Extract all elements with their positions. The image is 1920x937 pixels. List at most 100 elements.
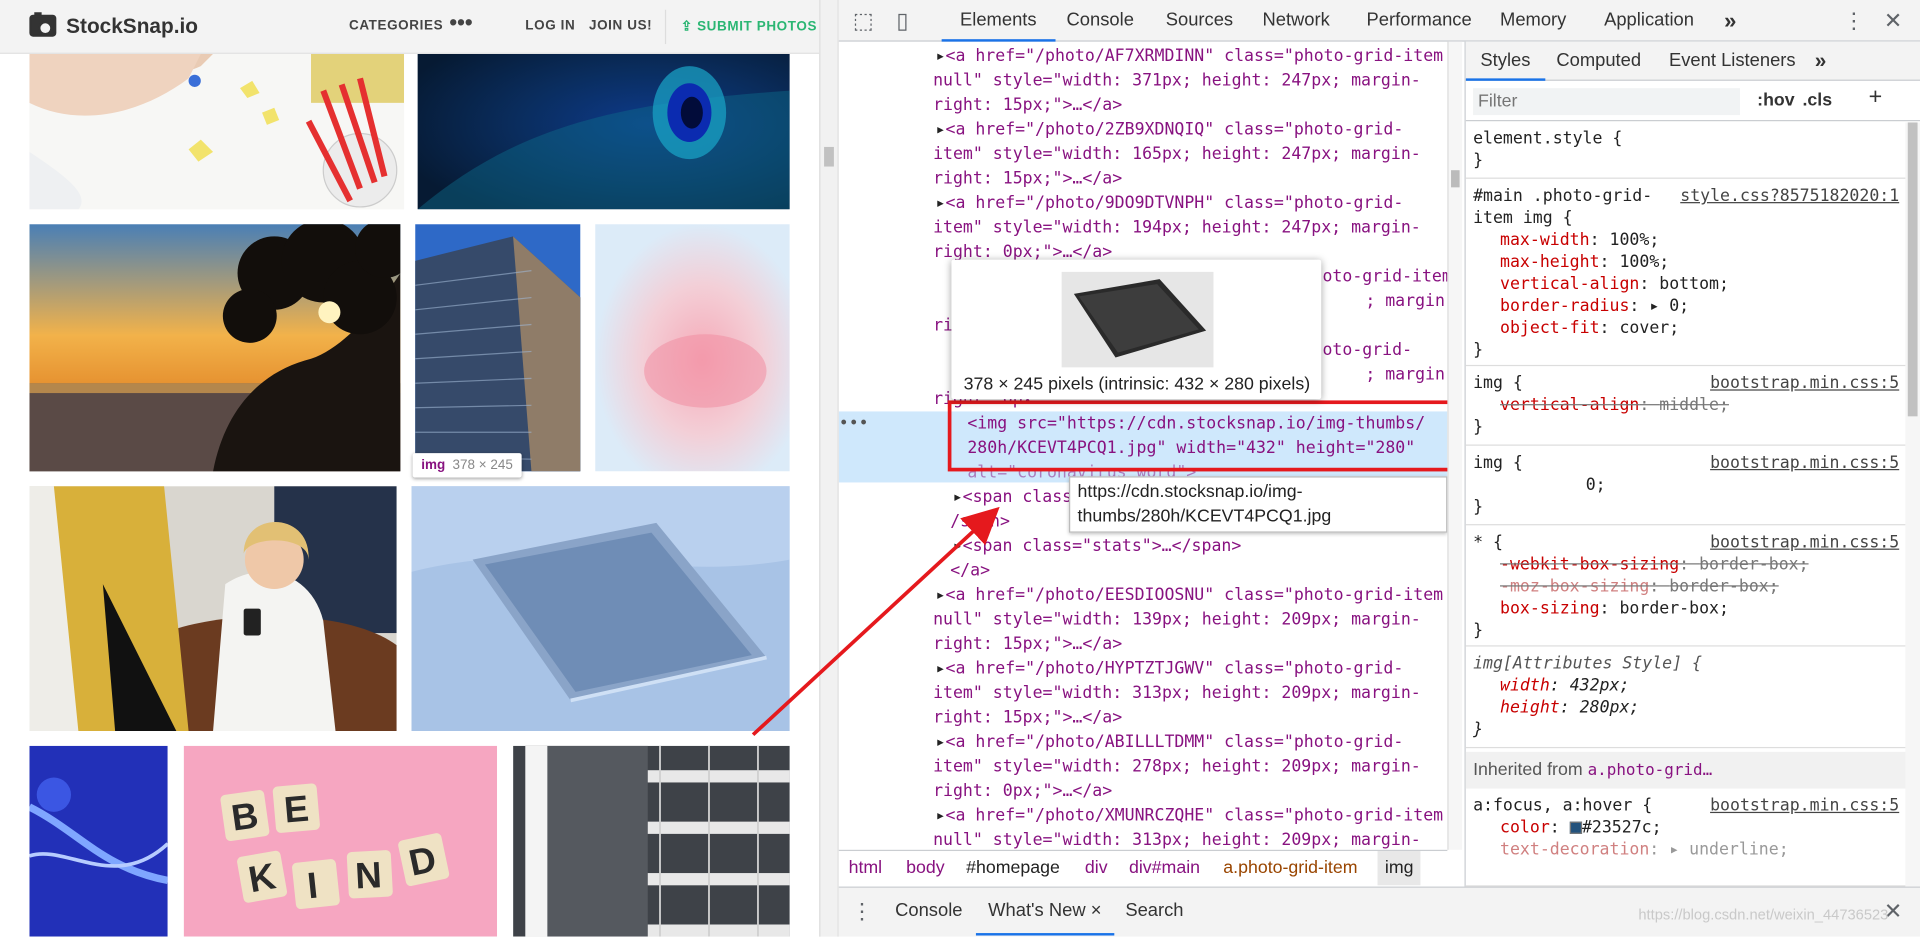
rule-universal[interactable]: * { bootstrap.min.css:5 -webkit-box-sizi… <box>1465 527 1907 647</box>
photo-balconies[interactable] <box>513 745 790 937</box>
dom-line[interactable]: item" style="width: 194px; height: 247px… <box>933 216 1421 240</box>
dom-line[interactable]: ▸<a href="/photo/HYPTZTJGWV" class="phot… <box>936 656 1404 680</box>
breadcrumb-div[interactable]: div <box>1085 851 1108 885</box>
rule-prop[interactable]: vertical-align: bottom; <box>1473 273 1899 295</box>
tab-application[interactable]: Application <box>1604 0 1694 42</box>
more-tabs-icon[interactable]: » <box>1724 0 1736 42</box>
tab-event-listeners[interactable]: Event Listeners <box>1669 42 1796 81</box>
dom-line[interactable]: right: 15px;">…</a> <box>933 167 1122 191</box>
tab-performance[interactable]: Performance <box>1367 0 1472 42</box>
dom-line[interactable]: item" style="width: 313px; height: 209px… <box>933 681 1421 705</box>
tab-console[interactable]: Console <box>1067 0 1134 42</box>
more-tabs-icon[interactable]: » <box>1815 42 1827 81</box>
dom-line[interactable]: null" style="width: 371px; height: 247px… <box>933 69 1421 93</box>
dom-line[interactable]: right: 0px;">…</a> <box>933 779 1112 803</box>
dom-line[interactable]: null" style="width: 139px; height: 209px… <box>933 607 1421 631</box>
tab-computed[interactable]: Computed <box>1556 42 1641 81</box>
rule-prop[interactable]: height: 280px; <box>1473 697 1899 719</box>
tab-network[interactable]: Network <box>1262 0 1329 42</box>
breadcrumb-body[interactable]: body <box>906 851 945 885</box>
rule-element-style[interactable]: element.style { } <box>1465 122 1907 179</box>
rule-img-bootstrap[interactable]: img { bootstrap.min.css:5 vertical-align… <box>1465 367 1907 446</box>
row-actions-icon[interactable]: ••• <box>839 411 869 435</box>
hov-toggle[interactable]: :hov <box>1757 91 1794 111</box>
close-tab-icon[interactable]: × <box>1091 900 1102 921</box>
dom-line[interactable]: right: 15px;">…</a> <box>933 93 1122 117</box>
dom-line[interactable]: ▸<a href="/photo/ABILLLTDMM" class="phot… <box>936 730 1404 754</box>
more-menu-icon[interactable]: ••• <box>449 10 472 36</box>
dom-line[interactable]: ▸<span class <box>953 485 1072 509</box>
page-scrollbar[interactable] <box>819 0 839 937</box>
styles-scrollbar[interactable] <box>1905 122 1920 887</box>
dom-line[interactable]: ▸<a href="/photo/2ZB9XDNQIQ" class="phot… <box>936 118 1404 142</box>
tab-elements[interactable]: Elements <box>941 0 1055 42</box>
dom-line[interactable]: ▸<a href="/photo/9DO9DTVNPH" class="phot… <box>936 191 1404 215</box>
rule-prop[interactable]: box-sizing: border-box; <box>1473 598 1899 620</box>
dom-line[interactable]: item" style="width: 278px; height: 209px… <box>933 754 1421 778</box>
new-rule-icon[interactable]: + <box>1869 84 1883 111</box>
rule-main-photo-grid-img[interactable]: #main .photo-grid-item img { style.css?8… <box>1465 180 1907 367</box>
tab-memory[interactable]: Memory <box>1500 0 1566 42</box>
rule-prop[interactable]: object-fit: cover; <box>1473 317 1899 339</box>
rule-source-link[interactable]: bootstrap.min.css:5 <box>1710 795 1899 817</box>
photo-peacock-feather[interactable] <box>417 53 790 210</box>
rule-source-link[interactable]: style.css?8575182020:1 <box>1680 185 1899 207</box>
photo-blue-abstract[interactable] <box>29 745 168 937</box>
rule-prop[interactable]: max-width: 100%; <box>1473 229 1899 251</box>
photo-women-phone[interactable] <box>29 486 397 732</box>
site-logo-text[interactable]: StockSnap.io <box>66 15 198 39</box>
rule-prop-overridden[interactable]: vertical-align: middle; <box>1473 394 1899 416</box>
rule-prop-overridden[interactable]: -moz-box-sizing: border-box; <box>1473 576 1899 598</box>
photo-pink-flower[interactable] <box>595 224 790 472</box>
rule-a-focus-hover[interactable]: a:focus, a:hover { bootstrap.min.css:5 c… <box>1465 790 1907 887</box>
rule-prop-overridden[interactable]: -webkit-box-sizing: border-box; <box>1473 553 1899 575</box>
rule-prop[interactable]: color: #23527c; <box>1473 817 1899 839</box>
elements-scrollbar[interactable] <box>1447 41 1463 850</box>
inherited-from-link[interactable]: a.photo-grid… <box>1588 762 1713 780</box>
kebab-menu-icon[interactable]: ⋮ <box>1840 7 1867 34</box>
nav-login[interactable]: LOG IN <box>525 18 575 33</box>
drawer-tab-search[interactable]: Search <box>1125 888 1183 936</box>
dom-line[interactable]: ▸<a href="/photo/XMUNRCZQHE" class="phot… <box>936 803 1444 827</box>
photo-skyscraper[interactable] <box>415 224 581 472</box>
submit-photos-link[interactable]: ⇪ SUBMIT PHOTOS <box>681 18 817 35</box>
cls-toggle[interactable]: .cls <box>1802 91 1832 111</box>
nav-join[interactable]: JOIN US! <box>589 18 652 33</box>
tab-sources[interactable]: Sources <box>1166 0 1233 42</box>
drawer-tab-whats-new[interactable]: What's New × <box>975 888 1114 936</box>
breadcrumb-photo-grid-item[interactable]: a.photo-grid-item <box>1223 851 1357 885</box>
dom-line[interactable]: ▸<a href="/photo/AF7XRMDINN" class="phot… <box>936 44 1444 68</box>
breadcrumb-html[interactable]: html <box>849 851 883 885</box>
camera-logo-icon[interactable] <box>29 12 57 37</box>
dom-line[interactable]: ▸<a href="/photo/EESDIOOSNU" class="phot… <box>936 583 1444 607</box>
dom-line[interactable]: </a> <box>950 558 990 582</box>
rule-img-bootstrap-2[interactable]: img { bootstrap.min.css:5 0; } <box>1465 447 1907 526</box>
breadcrumb-div-main[interactable]: div#main <box>1129 851 1200 885</box>
breadcrumb-img[interactable]: img <box>1377 851 1421 886</box>
dom-line[interactable]: right: 15px;">…</a> <box>933 705 1122 729</box>
photo-tablet-blue[interactable] <box>411 486 790 732</box>
close-devtools-icon[interactable]: ✕ <box>1880 7 1907 34</box>
styles-scrollbar-thumb[interactable] <box>1907 122 1918 417</box>
photo-be-kind[interactable]: B E K I N D <box>183 745 498 937</box>
photo-sunset-tree[interactable] <box>29 224 401 472</box>
nav-categories[interactable]: CATEGORIES <box>349 18 443 33</box>
rule-prop[interactable]: max-height: 100%; <box>1473 251 1899 273</box>
elements-tree[interactable]: ▸<a href="/photo/AF7XRMDINN" class="phot… <box>838 42 1448 850</box>
rule-source-link[interactable]: bootstrap.min.css:5 <box>1710 531 1899 553</box>
rule-prop[interactable]: width: 432px; <box>1473 675 1899 697</box>
dom-line[interactable]: ▸<span class="stats">…</span> <box>953 534 1242 558</box>
elements-scrollbar-thumb[interactable] <box>1451 170 1460 188</box>
rule-prop[interactable]: border-radius: ▸ 0; <box>1473 295 1899 317</box>
rule-prop[interactable]: text-decoration: ▸ underline; <box>1473 839 1899 861</box>
rule-source-link[interactable]: bootstrap.min.css:5 <box>1710 452 1899 474</box>
styles-filter-input[interactable] <box>1473 88 1741 116</box>
inspect-element-icon[interactable]: ⬚ <box>850 7 877 34</box>
dom-line[interactable]: item" style="width: 165px; height: 247px… <box>933 142 1421 166</box>
rule-attributes-style[interactable]: img[Attributes Style] { width: 432px; he… <box>1465 648 1907 749</box>
dom-line[interactable]: /span> <box>950 509 1010 533</box>
color-swatch-icon[interactable] <box>1569 821 1582 834</box>
drawer-tab-console[interactable]: Console <box>895 888 962 936</box>
dom-line[interactable]: right: 15px;">…</a> <box>933 632 1122 656</box>
tab-styles[interactable]: Styles <box>1465 42 1546 81</box>
